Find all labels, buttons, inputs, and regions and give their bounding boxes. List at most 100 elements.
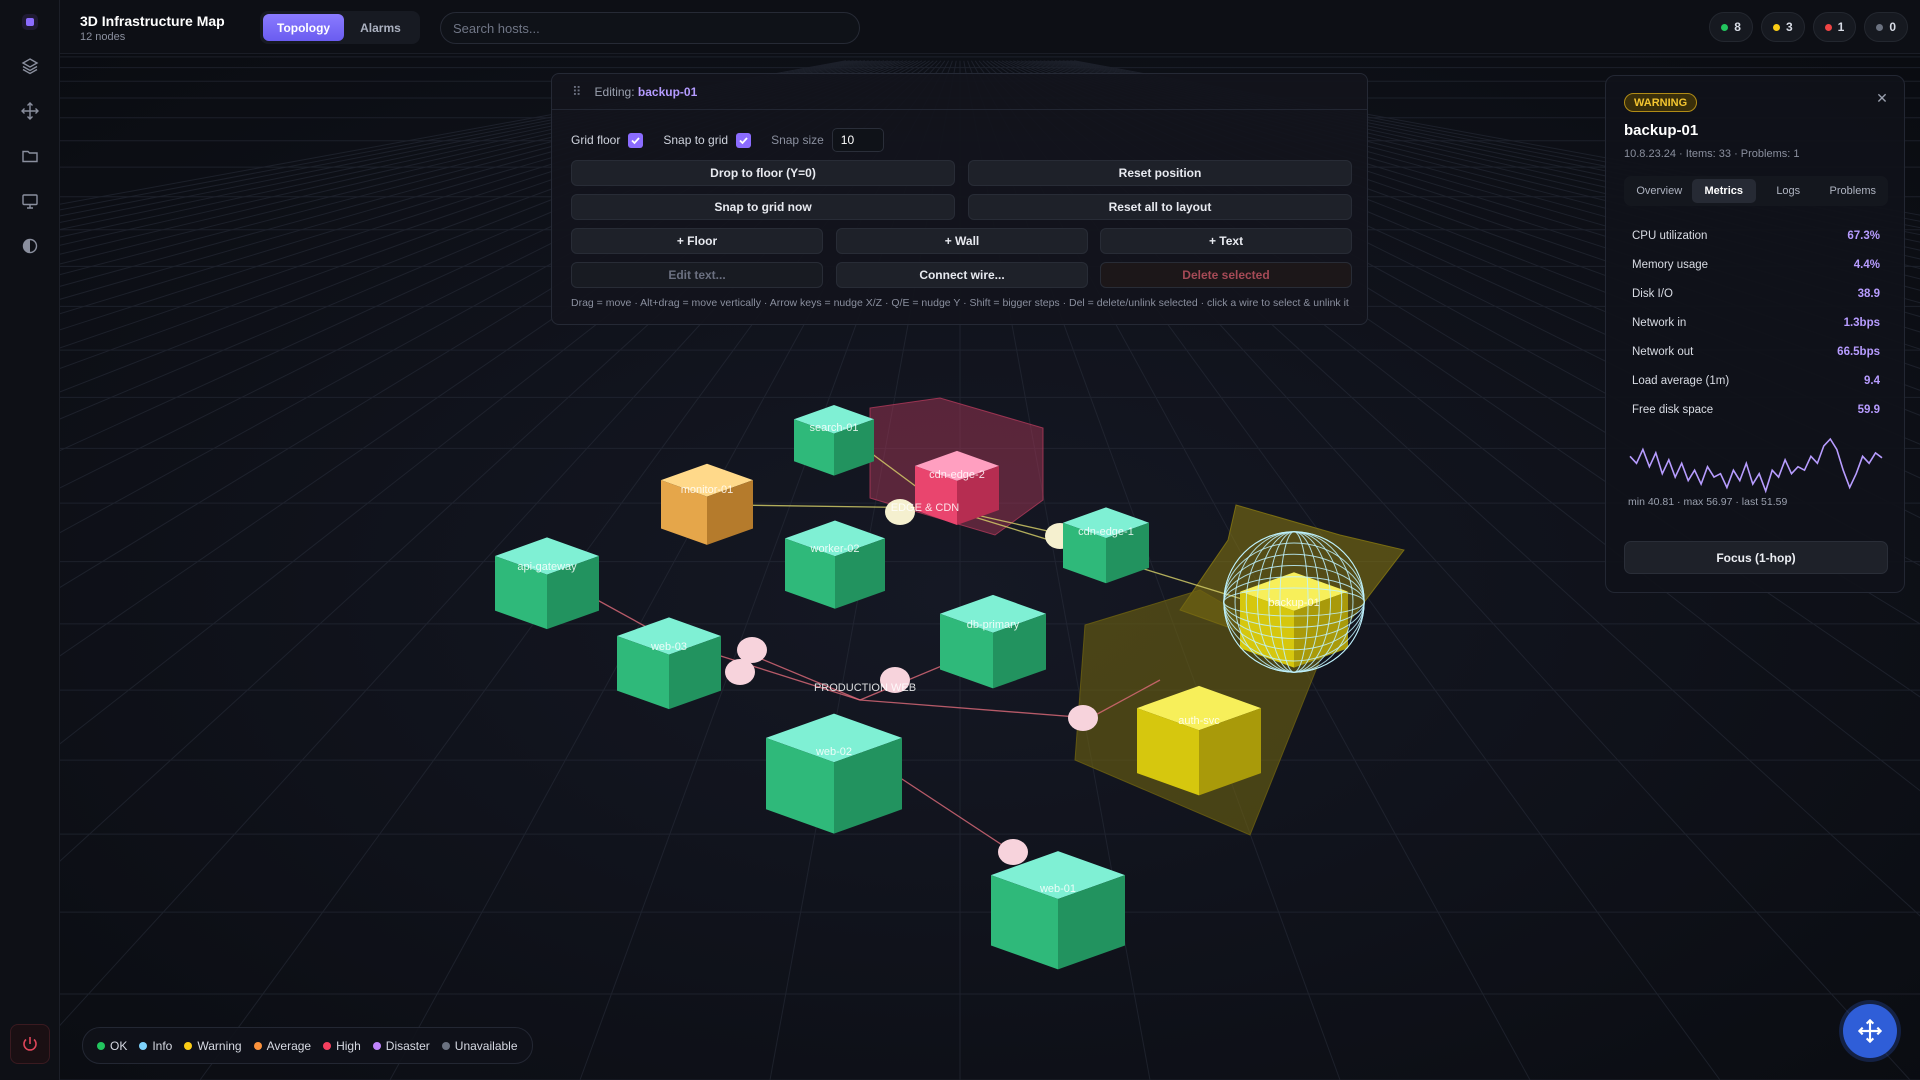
node-label: monitor-01 (681, 484, 734, 496)
node-label: db-primary (967, 619, 1020, 631)
check-icon (739, 136, 748, 144)
node-monitor-01[interactable]: monitor-01 (661, 463, 753, 545)
average-dot-icon (253, 1041, 262, 1050)
search-input[interactable] (440, 12, 860, 44)
node-web-02[interactable]: web-02 (766, 713, 902, 834)
host-meta: 10.8.23.24 · Items: 33 · Problems: 1 (1624, 148, 1800, 160)
connect-wire-button[interactable]: Connect wire... (836, 262, 1088, 288)
reset-all-button[interactable]: Reset all to layout (968, 194, 1352, 220)
move-icon (1858, 1019, 1882, 1043)
snap-now-button[interactable]: Snap to grid now (571, 194, 955, 220)
wire-junction[interactable] (1068, 705, 1098, 731)
contrast-icon[interactable] (18, 234, 42, 258)
sparkline-line (1629, 437, 1883, 494)
layers-icon[interactable] (18, 54, 42, 78)
metric-sparkline (1629, 437, 1883, 494)
metric-label: CPU utilization (1632, 229, 1708, 242)
metric-row: Free disk space 59.9 (1624, 395, 1888, 424)
unavailable-dot-icon (441, 1041, 450, 1050)
metric-value: 66.5bps (1837, 345, 1880, 358)
legend-label: High (336, 1038, 361, 1053)
editor-options: Grid floor Snap to grid Snap size (571, 128, 884, 152)
tab-metrics[interactable]: Metrics (1691, 179, 1756, 203)
disaster-dot-icon (372, 1041, 381, 1050)
grid-floor-checkbox[interactable] (628, 132, 644, 148)
node-label: web-02 (815, 746, 852, 758)
move-mode-button[interactable] (1843, 1004, 1897, 1058)
tab-topology[interactable]: Topology (263, 14, 345, 41)
legend-item: Warning (184, 1039, 242, 1053)
close-icon[interactable]: ✕ (1872, 88, 1892, 108)
metric-value: 1.3bps (1843, 316, 1880, 329)
count-warning[interactable]: 3 (1760, 12, 1805, 42)
node-web-01[interactable]: web-01 (991, 851, 1125, 970)
node-worker-02[interactable]: worker-02 (785, 520, 885, 609)
editing-panel-header[interactable]: ⠿ Editing: backup-01 (552, 74, 1367, 110)
wire-junction[interactable] (725, 659, 755, 685)
focus-button[interactable]: Focus (1-hop) (1624, 541, 1888, 574)
metric-label: Free disk space (1632, 403, 1714, 416)
metric-row: CPU utilization 67.3% (1624, 221, 1888, 250)
node-cdn-edge-1[interactable]: cdn-edge-1 (1063, 507, 1149, 584)
node-db-primary[interactable]: db-primary (940, 594, 1046, 689)
count-ok-value: 8 (1734, 20, 1741, 34)
add-text-button[interactable]: + Text (1100, 228, 1352, 254)
snap-size-label: Snap size (771, 133, 824, 147)
snap-to-grid-checkbox[interactable] (736, 132, 752, 148)
ok-dot-icon (1721, 23, 1729, 31)
snap-to-grid-label: Snap to grid (663, 133, 729, 147)
node-search-01[interactable]: search-01 (794, 405, 874, 476)
metric-label: Disk I/O (1632, 287, 1673, 300)
count-ok[interactable]: 8 (1709, 12, 1753, 42)
move-icon[interactable] (18, 99, 42, 123)
folder-icon[interactable] (18, 144, 42, 168)
metric-value: 4.4% (1853, 258, 1880, 271)
tab-logs[interactable]: Logs (1756, 179, 1821, 203)
count-unavailable[interactable]: 0 (1864, 12, 1908, 42)
metric-label: Load average (1m) (1632, 374, 1730, 387)
delete-selected-button[interactable]: Delete selected (1100, 262, 1352, 288)
node-api-gateway[interactable]: api-gateway (495, 537, 599, 630)
reset-position-button[interactable]: Reset position (968, 160, 1352, 186)
unavailable-dot-icon (1876, 23, 1884, 31)
count-high[interactable]: 1 (1812, 12, 1857, 42)
monitor-icon[interactable] (18, 189, 42, 213)
drop-to-floor-button[interactable]: Drop to floor (Y=0) (571, 160, 955, 186)
node-label: search-01 (810, 422, 859, 434)
power-button[interactable] (10, 1024, 50, 1064)
check-icon (631, 136, 641, 144)
node-auth-svc[interactable]: auth-svc (1137, 685, 1261, 796)
legend-label: Average (266, 1038, 312, 1053)
high-dot-icon (1824, 23, 1832, 31)
grid-floor-label: Grid floor (571, 133, 621, 147)
left-rail (0, 0, 60, 1080)
warning-dot-icon (1772, 23, 1780, 31)
tab-alarms[interactable]: Alarms (346, 14, 415, 41)
node-label: web-01 (1039, 883, 1076, 895)
legend-label: Disaster (385, 1038, 430, 1053)
count-unavailable-value: 0 (1889, 20, 1896, 34)
snap-size-input[interactable] (831, 128, 884, 152)
legend-item: Average (253, 1038, 312, 1053)
status-counts: 8 3 1 0 (1709, 12, 1908, 42)
tab-problems[interactable]: Problems (1821, 179, 1886, 203)
wire-junction[interactable] (998, 839, 1028, 865)
legend-item: Info (139, 1039, 172, 1053)
metric-label: Memory usage (1632, 258, 1709, 271)
add-wall-button[interactable]: + Wall (836, 228, 1088, 254)
metric-value: 67.3% (1847, 229, 1880, 242)
node-web-03[interactable]: web-03 (617, 617, 721, 710)
metric-value: 38.9 (1857, 287, 1880, 300)
edit-text-button[interactable]: Edit text... (571, 262, 823, 288)
detail-tabs: Overview Metrics Logs Problems (1624, 176, 1888, 206)
editing-host: backup-01 (637, 84, 698, 99)
legend-item: Disaster (372, 1038, 430, 1053)
drag-handle-icon[interactable]: ⠿ (572, 84, 581, 100)
top-bar: 3D Infrastructure Map 12 nodes Topology … (60, 0, 1920, 54)
add-floor-button[interactable]: + Floor (571, 228, 823, 254)
node-count: 12 nodes (80, 31, 126, 43)
editing-title: Editing: backup-01 (595, 85, 698, 99)
tab-overview[interactable]: Overview (1627, 179, 1692, 203)
metric-row: Network in 1.3bps (1624, 308, 1888, 337)
node-label: worker-02 (810, 543, 860, 555)
